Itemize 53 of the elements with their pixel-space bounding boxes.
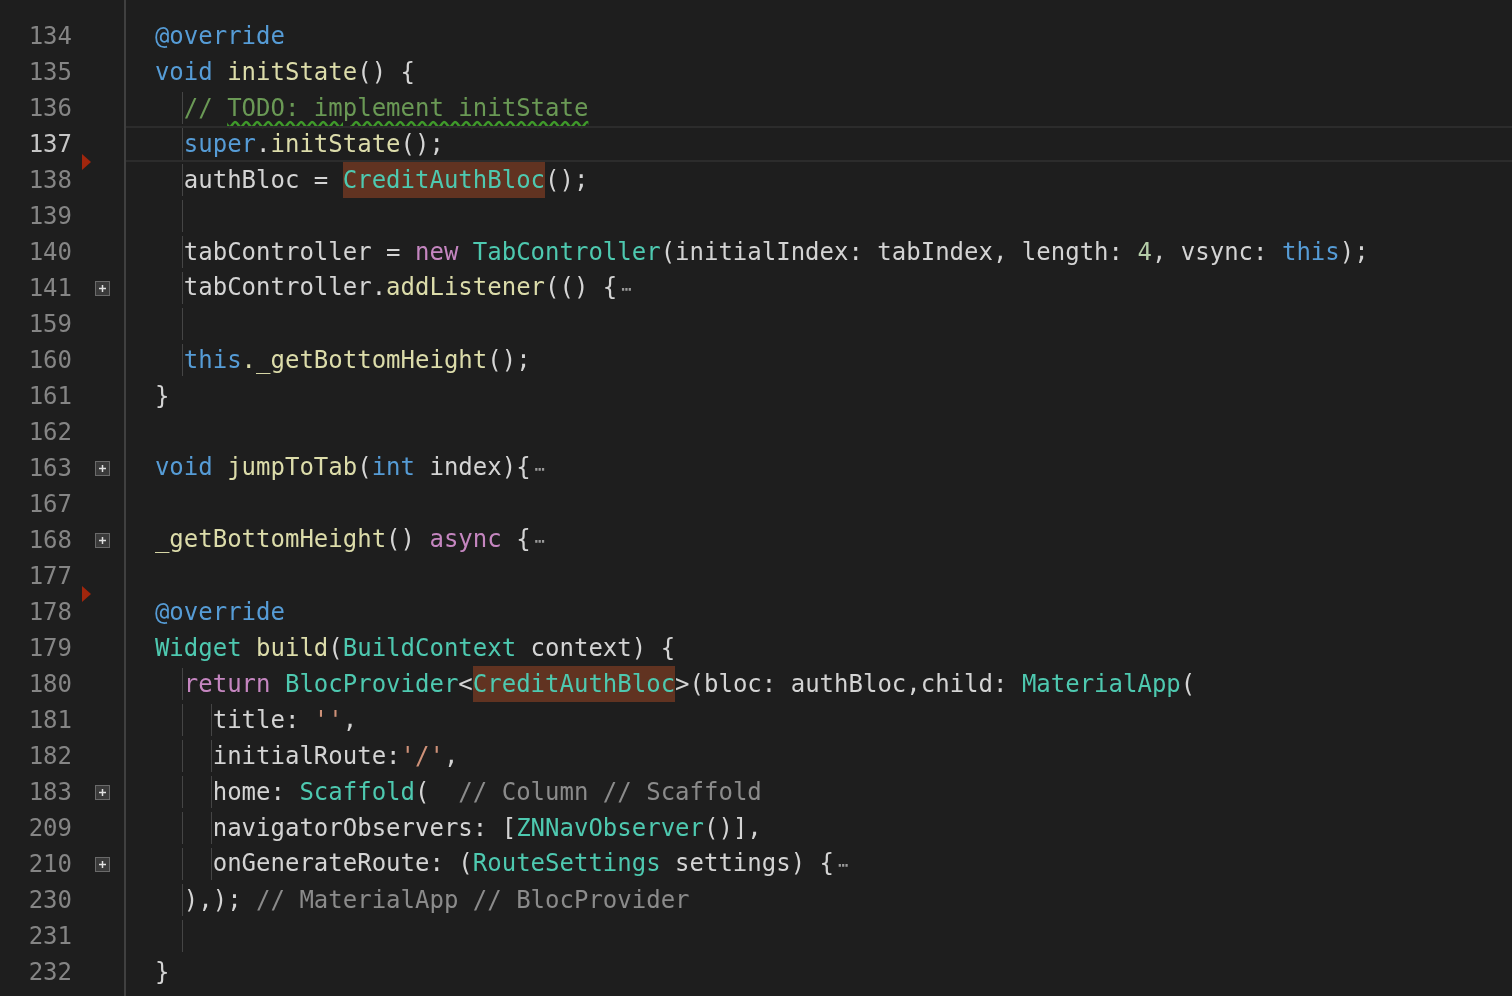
- code-line: title: '',: [211, 705, 358, 736]
- code-line: }: [153, 381, 170, 412]
- code-line: navigatorObservers: [ZNNavObserver()],: [211, 813, 762, 844]
- line-number: 140: [27, 237, 72, 268]
- code-line: onGenerateRoute: (RouteSettings settings) { ⋯: [211, 848, 849, 879]
- line-number: 231: [27, 921, 72, 952]
- line-number: 134: [27, 21, 72, 52]
- line-number: 161: [27, 381, 72, 412]
- plus-box-icon[interactable]: [95, 785, 110, 800]
- code-line: _getBottomHeight() async { ⋯: [153, 524, 546, 555]
- line-number: 167: [27, 489, 72, 520]
- line-number: 183: [27, 777, 72, 808]
- code-line: // TODO: implement initState: [182, 93, 589, 124]
- plus-box-icon[interactable]: [95, 533, 110, 548]
- line-number: 177: [27, 561, 72, 592]
- code-line: ),); // MaterialApp // BlocProvider: [182, 885, 690, 916]
- line-number: 209: [27, 813, 72, 844]
- code-line: @override: [153, 21, 285, 52]
- line-number: 168: [27, 525, 72, 556]
- code-line: initialRoute:'/',: [211, 741, 459, 772]
- code-line: super.initState();: [182, 129, 444, 160]
- line-number: 138: [27, 165, 72, 196]
- code-line: tabController.addListener(() { ⋯: [182, 272, 633, 303]
- line-number: 181: [27, 705, 72, 736]
- line-number: 179: [27, 633, 72, 664]
- line-number: 135: [27, 57, 72, 88]
- line-number: 162: [27, 417, 72, 448]
- line-number: 232: [27, 957, 72, 988]
- code-line: Widget build(BuildContext context) {: [153, 633, 676, 664]
- line-number: 160: [27, 345, 72, 376]
- code-line: @override: [153, 597, 285, 628]
- plus-box-icon[interactable]: [95, 857, 110, 872]
- line-number: 137: [27, 129, 72, 160]
- line-number: 182: [27, 741, 72, 772]
- code-line: home: Scaffold( // Column // Scaffold: [211, 777, 762, 808]
- line-number: 230: [27, 885, 72, 916]
- code-line: authBloc = CreditAuthBloc();: [126, 163, 589, 197]
- line-number: 141: [27, 273, 72, 304]
- line-number: 178: [27, 597, 72, 628]
- code-line: tabController = new TabController(initialIndex: tabIndex, length: 4, vsync: this);: [182, 237, 1369, 268]
- line-number: 210: [27, 849, 72, 880]
- line-number: 139: [27, 201, 72, 232]
- code-line: this._getBottomHeight();: [182, 345, 531, 376]
- line-number: 163: [27, 453, 72, 484]
- line-number: 180: [27, 669, 72, 700]
- code-line: return BlocProvider<CreditAuthBloc>(bloc: authBloc,child: MaterialApp(: [126, 667, 1196, 701]
- plus-box-icon[interactable]: [95, 281, 110, 296]
- plus-box-icon[interactable]: [95, 461, 110, 476]
- code-line: }: [153, 957, 170, 988]
- line-number: 159: [27, 309, 72, 340]
- code-line: void jumpToTab(int index){ ⋯: [153, 452, 546, 483]
- line-number: 136: [27, 93, 72, 124]
- code-line: void initState() {: [153, 57, 415, 88]
